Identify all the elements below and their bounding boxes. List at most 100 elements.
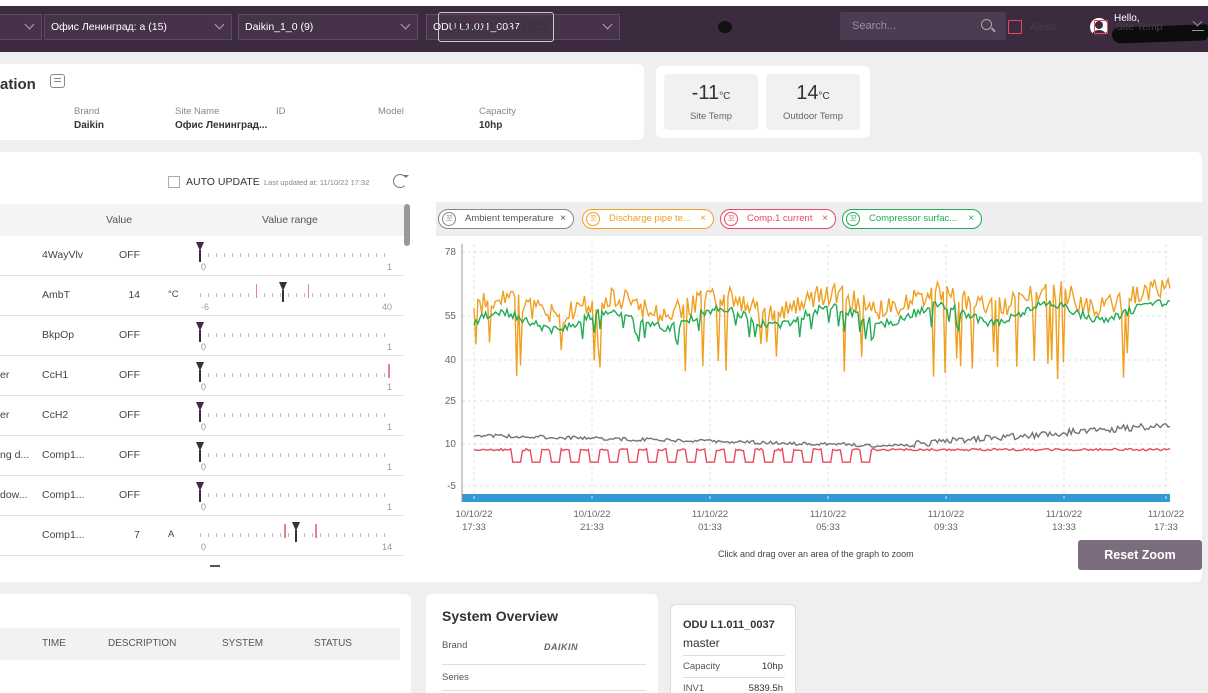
notification-icon[interactable] xyxy=(718,21,732,33)
close-icon[interactable]: × xyxy=(700,210,706,228)
status-header[interactable]: STATUS xyxy=(314,638,352,649)
system-header[interactable]: SYSTEM xyxy=(222,638,263,649)
range-scale xyxy=(200,293,392,297)
table-row[interactable]: BkpOp OFF 0 1 xyxy=(0,316,404,356)
search-icon[interactable] xyxy=(981,19,992,30)
range-min: 0 xyxy=(201,262,207,272)
date-range-picker[interactable]: 10/10/22 > 11/10/22 xyxy=(438,12,554,42)
table-row[interactable]: ng d... Comp1... OFF 0 1 xyxy=(0,436,404,476)
param-value: OFF xyxy=(119,329,140,341)
x-tick-time: 05:33 xyxy=(816,522,840,533)
value-header: Value xyxy=(106,214,133,226)
series-icon: 꼬 xyxy=(846,212,860,226)
events-table-header: TIME DESCRIPTION SYSTEM STATUS xyxy=(0,628,400,660)
field-label: Model xyxy=(378,106,404,117)
field-model: Model xyxy=(378,106,404,120)
auto-update-checkbox[interactable] xyxy=(168,176,180,188)
param-value: OFF xyxy=(119,369,140,381)
table-row[interactable]: er CcH2 OFF 0 1 xyxy=(0,396,404,436)
chip-discharge-pipe[interactable]: 꼬 Discharge pipe te... × xyxy=(582,209,714,229)
chip-compressor-surface[interactable]: 꼬 Compressor surfac... × xyxy=(842,209,982,229)
threshold-line xyxy=(307,284,310,298)
events-card: TIME DESCRIPTION SYSTEM STATUS xyxy=(0,594,411,693)
param-unit: °C xyxy=(168,289,179,300)
y-tick-label: 10 xyxy=(445,439,457,450)
range-max: 1 xyxy=(386,502,392,512)
y-tick-label: 40 xyxy=(445,355,457,366)
value-marker-icon xyxy=(196,482,204,502)
region-dropdown[interactable] xyxy=(0,14,42,40)
field-value: Офис Ленинград... xyxy=(175,120,268,131)
param-value: OFF xyxy=(119,449,140,461)
param-code: Comp1... xyxy=(42,489,85,501)
field-label: Site Name xyxy=(175,106,220,117)
download-icon[interactable] xyxy=(1192,17,1204,31)
close-icon[interactable]: × xyxy=(560,210,566,228)
close-icon[interactable]: × xyxy=(822,210,828,228)
site-temp-checkbox[interactable] xyxy=(1094,20,1108,34)
search-input[interactable]: Search... xyxy=(840,12,1006,40)
odu-title: ODU L1.011_0037 xyxy=(683,619,775,631)
chip-label: Compressor surfac... xyxy=(869,213,958,224)
unit-information-card: ation N Brand Daikin Site Name Офис Лени… xyxy=(0,64,644,140)
info-title: ation xyxy=(0,76,36,93)
odu-card[interactable]: ODU L1.011_0037 master Capacity 10hp INV… xyxy=(670,604,796,693)
notes-icon[interactable] xyxy=(50,74,65,88)
divider xyxy=(442,664,646,665)
table-scrollbar[interactable] xyxy=(404,204,410,246)
threshold-line xyxy=(255,284,258,298)
x-tick-date: 10/10/22 xyxy=(456,509,493,520)
site-dropdown-value: Офис Ленинград: а (15) xyxy=(51,21,167,33)
alerts-checkbox[interactable] xyxy=(1008,20,1022,34)
divider xyxy=(683,655,785,656)
chip-ambient-temperature[interactable]: 꼬 Ambient temperature × xyxy=(438,209,574,229)
description-header[interactable]: DESCRIPTION xyxy=(108,638,176,649)
range-max: 1 xyxy=(386,342,392,352)
series-line-1 xyxy=(473,299,1171,346)
odu-role: master xyxy=(683,636,720,650)
site-temp-value: -11°C xyxy=(691,82,731,104)
param-name: ng d... xyxy=(0,449,30,461)
close-icon[interactable]: × xyxy=(968,210,974,228)
series-chip-bar: 꼬 Ambient temperature × 꼬 Discharge pipe… xyxy=(436,202,1202,236)
range-scale xyxy=(200,333,392,337)
table-row[interactable]: Comp1... 7 A 0 14 xyxy=(0,516,404,556)
chip-label: Ambient temperature xyxy=(465,213,554,224)
last-updated: Last updated at: 11/10/22 17:32 xyxy=(264,178,370,187)
chip-comp1-current[interactable]: 꼬 Comp.1 current × xyxy=(720,209,836,229)
param-code: Comp1... xyxy=(42,529,85,541)
odu-inv1-value: 5839.5h xyxy=(748,683,783,693)
x-tick-time: 01:33 xyxy=(698,522,722,533)
param-name: dow... xyxy=(0,489,28,501)
odu-capacity-value: 10hp xyxy=(761,661,783,672)
table-row[interactable]: AmbT 14 °C -6 40 xyxy=(0,276,404,316)
reset-zoom-button[interactable]: Reset Zoom xyxy=(1078,540,1202,570)
table-row[interactable]: 4WayVlv OFF 0 1 xyxy=(0,236,404,276)
range-min: 0 xyxy=(201,462,207,472)
line-chart[interactable]: 78 55 40 25 10 -5 10/10/22 17:33 10/10/22 21:33 11… xyxy=(436,238,1202,570)
site-dropdown[interactable]: Офис Ленинград: а (15) xyxy=(44,14,232,40)
divider xyxy=(683,677,785,678)
x-tick-time: 13:33 xyxy=(1052,522,1076,533)
y-tick-label: 55 xyxy=(445,311,457,322)
range-max: 1 xyxy=(386,462,392,472)
system-overview-card: System Overview Brand DAIKIN Series xyxy=(426,594,658,693)
table-row[interactable]: er CcH1 OFF 0 1 xyxy=(0,356,404,396)
x-tick-time: 09:33 xyxy=(934,522,958,533)
x-tick-time: 17:33 xyxy=(1154,522,1178,533)
brand-label: Brand xyxy=(442,640,468,651)
table-row[interactable]: dow... Comp1... OFF 0 1 xyxy=(0,476,404,516)
range-max: 40 xyxy=(381,302,392,312)
system-dropdown[interactable]: Daikin_1_0 (9) xyxy=(238,14,418,40)
range-scale xyxy=(200,493,392,497)
range-max: 1 xyxy=(386,422,392,432)
param-unit: A xyxy=(168,529,175,540)
chevron-down-icon xyxy=(214,19,225,30)
time-header[interactable]: TIME xyxy=(42,638,66,649)
param-value: 7 xyxy=(134,529,140,541)
system-dropdown-value: Daikin_1_0 (9) xyxy=(245,21,314,33)
value-marker-icon xyxy=(278,282,287,302)
refresh-icon[interactable] xyxy=(393,174,409,188)
y-tick-label: 25 xyxy=(445,396,457,407)
site-temp-box: -11°C Site Temp xyxy=(664,74,758,130)
